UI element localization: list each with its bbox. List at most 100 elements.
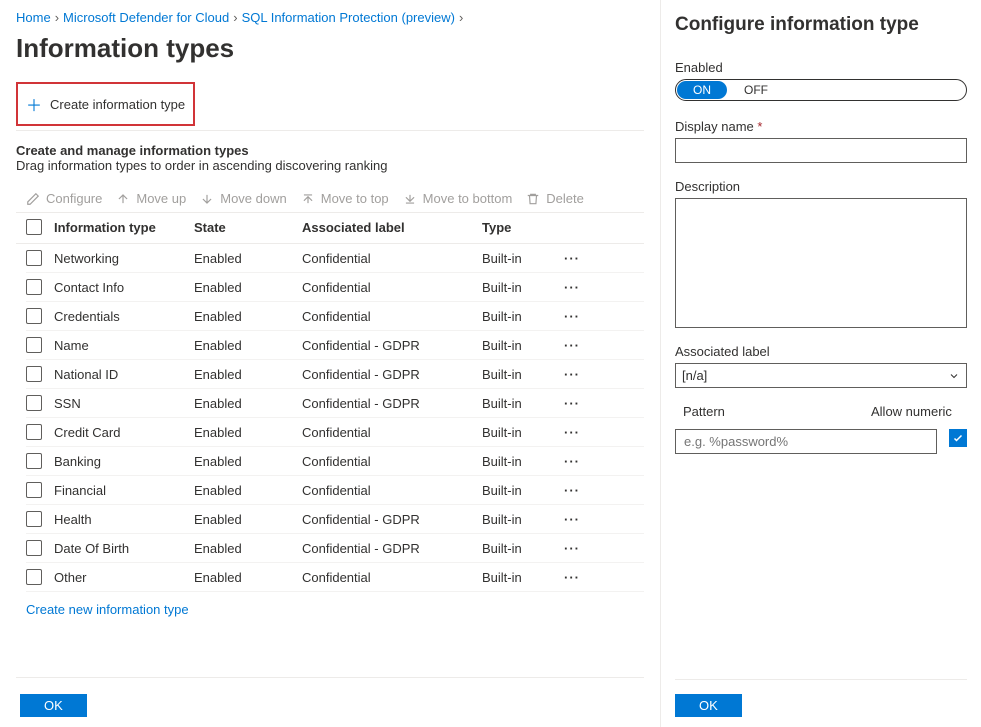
table-row[interactable]: SSNEnabledConfidential - GDPRBuilt-in··· bbox=[26, 389, 644, 418]
select-all-checkbox[interactable] bbox=[26, 219, 42, 235]
create-information-type-button[interactable]: ＋ Create information type bbox=[20, 88, 191, 120]
pattern-input[interactable] bbox=[675, 429, 937, 454]
description-input[interactable] bbox=[675, 198, 967, 328]
move-up-button[interactable]: Move up bbox=[116, 191, 186, 206]
associated-label-select[interactable]: [n/a] bbox=[675, 363, 967, 388]
table-row[interactable]: Date Of BirthEnabledConfidential - GDPRB… bbox=[26, 534, 644, 563]
row-label: Confidential - GDPR bbox=[302, 367, 482, 382]
row-more-button[interactable]: ··· bbox=[564, 512, 580, 527]
row-checkbox[interactable] bbox=[26, 308, 42, 324]
row-more-button[interactable]: ··· bbox=[564, 541, 580, 556]
col-header-type[interactable]: Type bbox=[482, 220, 552, 235]
move-top-button[interactable]: Move to top bbox=[301, 191, 389, 206]
row-label: Confidential bbox=[302, 309, 482, 324]
row-checkbox[interactable] bbox=[26, 569, 42, 585]
row-type: Built-in bbox=[482, 280, 552, 295]
move-bottom-button[interactable]: Move to bottom bbox=[403, 191, 513, 206]
row-more-button[interactable]: ··· bbox=[564, 396, 580, 411]
row-more-button[interactable]: ··· bbox=[564, 280, 580, 295]
row-checkbox[interactable] bbox=[26, 395, 42, 411]
row-state: Enabled bbox=[194, 280, 302, 295]
trash-icon bbox=[526, 192, 540, 206]
allow-numeric-checkbox[interactable] bbox=[949, 429, 967, 447]
row-more-button[interactable]: ··· bbox=[564, 483, 580, 498]
breadcrumb-sql-info[interactable]: SQL Information Protection (preview) bbox=[242, 10, 455, 25]
table-row[interactable]: NetworkingEnabledConfidentialBuilt-in··· bbox=[26, 244, 644, 273]
table-row[interactable]: OtherEnabledConfidentialBuilt-in··· bbox=[26, 563, 644, 592]
row-more-button[interactable]: ··· bbox=[564, 338, 580, 353]
col-header-label[interactable]: Associated label bbox=[302, 220, 482, 235]
row-checkbox[interactable] bbox=[26, 453, 42, 469]
row-label: Confidential - GDPR bbox=[302, 338, 482, 353]
row-checkbox[interactable] bbox=[26, 424, 42, 440]
arrow-up-icon bbox=[116, 192, 130, 206]
table-row[interactable]: NameEnabledConfidential - GDPRBuilt-in··… bbox=[26, 331, 644, 360]
toggle-on: ON bbox=[677, 81, 727, 99]
enabled-toggle[interactable]: ON OFF bbox=[675, 79, 967, 101]
associated-label-label: Associated label bbox=[675, 344, 967, 359]
description-label: Description bbox=[675, 179, 967, 194]
row-more-button[interactable]: ··· bbox=[564, 425, 580, 440]
row-checkbox[interactable] bbox=[26, 540, 42, 556]
row-more-button[interactable]: ··· bbox=[564, 309, 580, 324]
row-checkbox[interactable] bbox=[26, 279, 42, 295]
create-new-link[interactable]: Create new information type bbox=[16, 592, 644, 617]
table-row[interactable]: BankingEnabledConfidentialBuilt-in··· bbox=[26, 447, 644, 476]
row-name: Other bbox=[54, 570, 194, 585]
panel-ok-button[interactable]: OK bbox=[675, 694, 742, 717]
ok-button[interactable]: OK bbox=[20, 694, 87, 717]
row-more-button[interactable]: ··· bbox=[564, 570, 580, 585]
row-type: Built-in bbox=[482, 425, 552, 440]
configure-button[interactable]: Configure bbox=[26, 191, 102, 206]
row-more-button[interactable]: ··· bbox=[564, 367, 580, 382]
row-state: Enabled bbox=[194, 367, 302, 382]
table-row[interactable]: Credit CardEnabledConfidentialBuilt-in··… bbox=[26, 418, 644, 447]
chevron-right-icon: › bbox=[233, 10, 237, 25]
row-state: Enabled bbox=[194, 541, 302, 556]
table-row[interactable]: HealthEnabledConfidential - GDPRBuilt-in… bbox=[26, 505, 644, 534]
row-more-button[interactable]: ··· bbox=[564, 251, 580, 266]
row-label: Confidential bbox=[302, 425, 482, 440]
row-label: Confidential bbox=[302, 251, 482, 266]
row-checkbox[interactable] bbox=[26, 337, 42, 353]
delete-button[interactable]: Delete bbox=[526, 191, 584, 206]
row-name: SSN bbox=[54, 396, 194, 411]
row-checkbox[interactable] bbox=[26, 250, 42, 266]
chevron-right-icon: › bbox=[55, 10, 59, 25]
col-header-name[interactable]: Information type bbox=[54, 220, 194, 235]
arrow-bottom-icon bbox=[403, 192, 417, 206]
row-name: Date Of Birth bbox=[54, 541, 194, 556]
row-type: Built-in bbox=[482, 251, 552, 266]
row-label: Confidential - GDPR bbox=[302, 541, 482, 556]
row-label: Confidential bbox=[302, 454, 482, 469]
delete-label: Delete bbox=[546, 191, 584, 206]
row-type: Built-in bbox=[482, 512, 552, 527]
row-state: Enabled bbox=[194, 338, 302, 353]
row-checkbox[interactable] bbox=[26, 366, 42, 382]
table-row[interactable]: Contact InfoEnabledConfidentialBuilt-in·… bbox=[26, 273, 644, 302]
allow-numeric-header: Allow numeric bbox=[871, 404, 967, 419]
breadcrumb-home[interactable]: Home bbox=[16, 10, 51, 25]
row-state: Enabled bbox=[194, 309, 302, 324]
row-type: Built-in bbox=[482, 541, 552, 556]
associated-label-value: [n/a] bbox=[682, 368, 707, 383]
row-checkbox[interactable] bbox=[26, 511, 42, 527]
row-label: Confidential bbox=[302, 483, 482, 498]
table-row[interactable]: FinancialEnabledConfidentialBuilt-in··· bbox=[26, 476, 644, 505]
breadcrumb-defender[interactable]: Microsoft Defender for Cloud bbox=[63, 10, 229, 25]
page-title: Information types bbox=[16, 33, 644, 64]
move-down-button[interactable]: Move down bbox=[200, 191, 286, 206]
row-name: Banking bbox=[54, 454, 194, 469]
col-header-state[interactable]: State bbox=[194, 220, 302, 235]
chevron-right-icon: › bbox=[459, 10, 463, 25]
command-bar: ＋ Create information type bbox=[16, 78, 644, 131]
table-row[interactable]: National IDEnabledConfidential - GDPRBui… bbox=[26, 360, 644, 389]
row-checkbox[interactable] bbox=[26, 482, 42, 498]
section-title: Create and manage information types bbox=[16, 143, 644, 158]
configure-label: Configure bbox=[46, 191, 102, 206]
display-name-input[interactable] bbox=[675, 138, 967, 163]
row-more-button[interactable]: ··· bbox=[564, 454, 580, 469]
move-top-label: Move to top bbox=[321, 191, 389, 206]
table-row[interactable]: CredentialsEnabledConfidentialBuilt-in··… bbox=[26, 302, 644, 331]
panel-title: Configure information type bbox=[675, 14, 967, 36]
